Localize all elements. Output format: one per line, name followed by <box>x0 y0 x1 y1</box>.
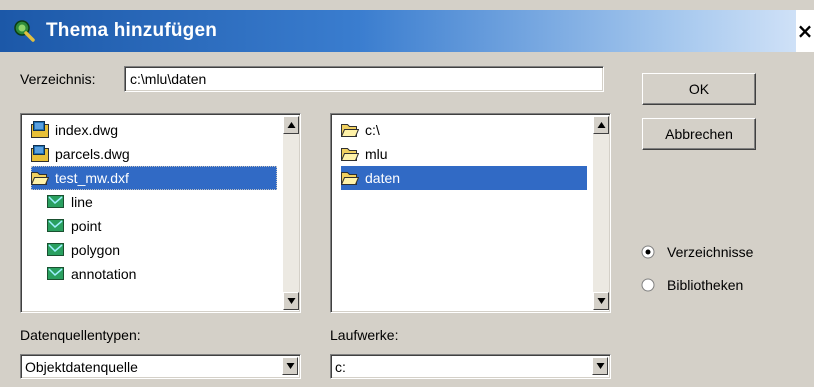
list-item[interactable]: index.dwg <box>31 118 118 142</box>
scroll-down-button[interactable] <box>283 292 299 310</box>
radio-unchecked-icon <box>641 278 655 292</box>
title-bar[interactable]: Thema hinzufügen <box>0 10 796 52</box>
dropdown-button[interactable] <box>592 357 608 375</box>
list-item[interactable]: point <box>47 214 101 238</box>
scroll-up-button[interactable] <box>283 116 299 134</box>
folder-list[interactable]: c:\ mlu daten <box>330 113 611 313</box>
add-theme-dialog: Thema hinzufügen × Verzeichnis: c:\mlu\d… <box>0 0 814 387</box>
drives-select[interactable]: c: <box>330 354 611 379</box>
directory-input[interactable]: c:\mlu\daten <box>124 66 604 92</box>
theme-list[interactable]: index.dwg parcels.dwg test_mw.dxf line p… <box>20 113 301 313</box>
feature-class-icon <box>47 265 65 282</box>
open-folder-icon <box>340 169 360 186</box>
open-folder-icon <box>30 169 50 186</box>
cad-drawing-icon <box>31 121 49 138</box>
arrow-up-icon <box>597 122 606 128</box>
open-folder-icon <box>340 121 360 138</box>
chevron-down-icon <box>286 363 295 369</box>
magnifier-icon <box>12 19 36 43</box>
close-button[interactable]: × <box>796 10 814 52</box>
directory-value: c:\mlu\daten <box>130 71 207 87</box>
chevron-down-icon <box>596 363 605 369</box>
feature-class-icon <box>47 217 65 234</box>
folder-list-scrollbar[interactable] <box>593 116 609 310</box>
scroll-up-button[interactable] <box>593 116 609 134</box>
list-item[interactable]: line <box>47 190 93 214</box>
feature-class-icon <box>47 241 65 258</box>
radio-verzeichnisse[interactable]: Verzeichnisse <box>641 243 811 265</box>
drives-label: Laufwerke: <box>330 327 399 343</box>
theme-list-scrollbar[interactable] <box>283 116 299 310</box>
list-item[interactable]: mlu <box>340 142 388 166</box>
arrow-up-icon <box>287 122 296 128</box>
directory-label: Verzeichnis: <box>20 71 96 87</box>
list-item-selected[interactable]: test_mw.dxf <box>30 166 277 190</box>
list-item-selected[interactable]: daten <box>340 166 587 190</box>
radio-checked-icon <box>641 245 655 259</box>
source-types-label: Datenquellentypen: <box>20 327 141 343</box>
cad-drawing-icon <box>31 145 49 162</box>
cancel-button[interactable]: Abbrechen <box>642 118 756 150</box>
list-item[interactable]: polygon <box>47 238 120 262</box>
list-item[interactable]: c:\ <box>340 118 380 142</box>
arrow-down-icon <box>287 298 296 304</box>
close-icon: × <box>796 19 814 43</box>
radio-bibliotheken[interactable]: Bibliotheken <box>641 276 811 298</box>
scroll-down-button[interactable] <box>593 292 609 310</box>
ok-button[interactable]: OK <box>642 73 756 105</box>
feature-class-icon <box>47 193 65 210</box>
source-types-select[interactable]: Objektdatenquelle <box>20 354 301 379</box>
dropdown-button[interactable] <box>282 357 298 375</box>
list-item[interactable]: annotation <box>47 262 136 286</box>
list-item[interactable]: parcels.dwg <box>31 142 130 166</box>
arrow-down-icon <box>597 298 606 304</box>
open-folder-icon <box>340 145 360 162</box>
window-title: Thema hinzufügen <box>46 20 218 41</box>
